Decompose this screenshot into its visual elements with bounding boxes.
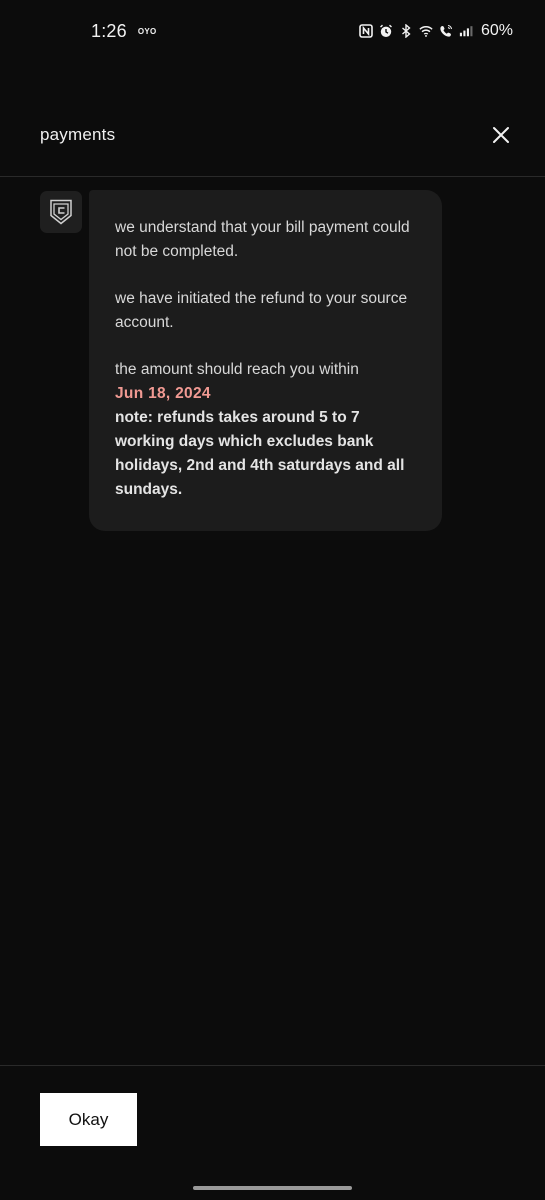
message-paragraph: we understand that your bill payment cou…: [115, 219, 410, 260]
page-title: payments: [40, 125, 116, 144]
close-button[interactable]: [489, 123, 513, 147]
status-right: 60%: [359, 22, 513, 40]
status-left: 1:26 OYO: [91, 21, 157, 42]
battery-level: 60%: [480, 22, 513, 39]
message-paragraph-group: the amount should reach you within Jun 1…: [115, 358, 416, 502]
header-divider: [0, 176, 545, 177]
wifi-icon: [419, 24, 433, 38]
okay-button[interactable]: Okay: [40, 1093, 137, 1146]
screen: 1:26 OYO 60% payments we understand that…: [0, 0, 545, 1200]
status-time: 1:26: [91, 20, 127, 41]
message-paragraph: the amount should reach you within: [115, 361, 359, 378]
signal-icon: [459, 24, 473, 38]
footer-divider: [0, 1065, 545, 1066]
home-indicator[interactable]: [193, 1186, 352, 1190]
bot-avatar: [40, 191, 82, 233]
bluetooth-icon: [399, 24, 413, 38]
nfc-icon: [359, 24, 373, 38]
close-icon: [493, 127, 509, 143]
carrier-logo: OYO: [137, 26, 157, 36]
wifi-calling-icon: [439, 24, 453, 38]
message-paragraph: we have initiated the refund to your sou…: [115, 290, 408, 331]
brand-logo-icon: [50, 199, 72, 225]
alarm-icon: [379, 24, 393, 38]
refund-note: note: refunds takes around 5 to 7 workin…: [115, 409, 405, 498]
header: payments: [0, 108, 545, 162]
message-bubble: we understand that your bill payment cou…: [89, 190, 442, 531]
status-bar: 1:26 OYO 60%: [0, 0, 545, 62]
refund-date: Jun 18, 2024: [115, 385, 211, 402]
